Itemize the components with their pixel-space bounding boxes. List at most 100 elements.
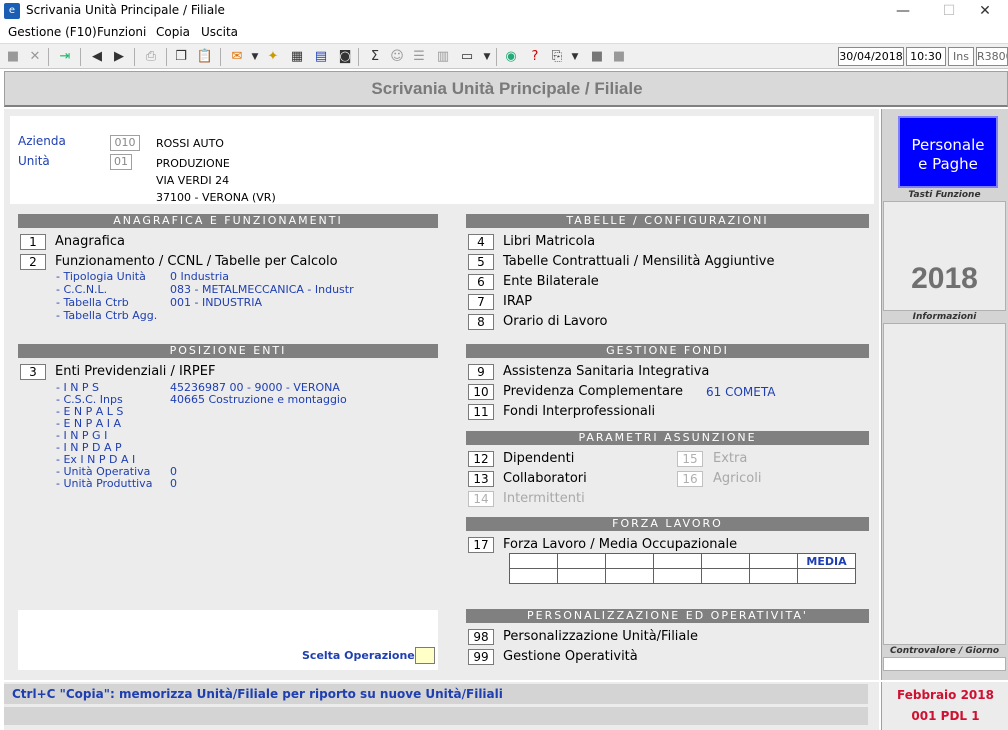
azienda-name: ROSSI AUTO xyxy=(156,137,224,150)
option-personalizzazione[interactable]: Personalizzazione Unità/Filiale xyxy=(503,629,698,644)
option-15-number[interactable]: 15 xyxy=(677,451,703,467)
option-dipendenti[interactable]: Dipendenti xyxy=(503,451,574,466)
toolbar: ■ ✕ ⇥ ◀ ▶ ⎙ ❐ 📋 ✉ ▼ ✦ ▦ ▤ ◙ Σ ☺ ☰ ▥ ▭ ▼ … xyxy=(0,43,1008,69)
forza-title: FORZA LAVORO xyxy=(466,517,869,531)
grid-icon[interactable]: ▦ xyxy=(288,48,306,66)
menu-uscita[interactable]: Uscita xyxy=(201,25,238,39)
option-enti-previdenziali[interactable]: Enti Previdenziali / IRPEF xyxy=(55,364,215,379)
print-icon[interactable]: ⎙ xyxy=(142,48,160,66)
toolbar-separator xyxy=(358,48,359,66)
minimize-button[interactable]: — xyxy=(880,0,926,22)
window-title: Scrivania Unità Principale / Filiale xyxy=(26,3,225,17)
option-ente-bilaterale[interactable]: Ente Bilaterale xyxy=(503,274,599,289)
help-icon[interactable]: ? xyxy=(526,48,544,66)
option-10-number[interactable]: 10 xyxy=(468,384,494,400)
footer-right: Febbraio 2018 001 PDL 1 xyxy=(881,682,1008,730)
option-17-number[interactable]: 17 xyxy=(468,537,494,553)
option-funzionamento[interactable]: Funzionamento / CCNL / Tabelle per Calco… xyxy=(55,254,338,269)
azienda-code[interactable]: 010 xyxy=(110,135,140,151)
mail-icon[interactable]: ✉ xyxy=(228,48,246,66)
menu-gestione[interactable]: Gestione (F10) xyxy=(8,25,97,39)
azienda-label: Azienda xyxy=(18,134,66,148)
chevron-down-icon[interactable]: ▼ xyxy=(478,48,496,66)
table-icon[interactable]: ▥ xyxy=(434,48,452,66)
option-previdenza-complementare[interactable]: Previdenza Complementare xyxy=(503,384,683,399)
globe-icon[interactable]: ◉ xyxy=(502,48,520,66)
toolbar-separator xyxy=(220,48,221,66)
option-98-number[interactable]: 98 xyxy=(468,629,494,645)
option-collaboratori[interactable]: Collaboratori xyxy=(503,471,587,486)
attach-icon[interactable]: ⎘ xyxy=(548,48,566,66)
calculator-icon[interactable]: ▤ xyxy=(312,48,330,66)
option-agricoli[interactable]: Agricoli xyxy=(713,471,761,486)
option-9-number[interactable]: 9 xyxy=(468,364,494,380)
footer-code: 001 PDL 1 xyxy=(911,709,980,723)
option-irap[interactable]: IRAP xyxy=(503,294,532,309)
option-16-number[interactable]: 16 xyxy=(677,471,703,487)
sub-value: 001 - INDUSTRIA xyxy=(170,296,263,309)
chevron-down-icon[interactable]: ▼ xyxy=(246,48,264,66)
option-6-number[interactable]: 6 xyxy=(468,274,494,290)
option-1-number[interactable]: 1 xyxy=(20,234,46,250)
toolbar-separator xyxy=(496,48,497,66)
menu-bar: Gestione (F10) Funzioni Copia Uscita xyxy=(0,22,1008,42)
option-14-number[interactable]: 14 xyxy=(468,491,494,507)
paste-icon[interactable]: 📋 xyxy=(196,48,214,66)
unita-code[interactable]: 01 xyxy=(110,154,132,170)
close-button[interactable]: ✕ xyxy=(962,0,1008,22)
chevron-down-icon[interactable]: ▼ xyxy=(566,48,584,66)
status-date: 30/04/2018 xyxy=(838,47,904,66)
menu-funzioni[interactable]: Funzioni xyxy=(97,25,146,39)
sub-key: - Tipologia Unità xyxy=(56,270,146,283)
delete-icon[interactable]: ✕ xyxy=(26,48,44,66)
status-time: 10:30 xyxy=(906,47,946,66)
scelta-input[interactable] xyxy=(415,647,435,664)
option-extra[interactable]: Extra xyxy=(713,451,747,466)
option-anagrafica[interactable]: Anagrafica xyxy=(55,234,125,249)
square-icon[interactable]: ■ xyxy=(588,48,606,66)
option-intermittenti[interactable]: Intermittenti xyxy=(503,491,585,506)
footer-status-bar xyxy=(4,707,868,725)
copy-icon[interactable]: ❐ xyxy=(172,48,190,66)
option-99-number[interactable]: 99 xyxy=(468,649,494,665)
sub-key: - Tabella Ctrb xyxy=(56,296,129,309)
option-3-number[interactable]: 3 xyxy=(20,364,46,380)
option-12-number[interactable]: 12 xyxy=(468,451,494,467)
window-icon[interactable]: ▭ xyxy=(458,48,476,66)
list-icon[interactable]: ☰ xyxy=(410,48,428,66)
smiley-icon[interactable]: ☺ xyxy=(388,48,406,66)
option-tabelle-contrattuali[interactable]: Tabelle Contrattuali / Mensilità Aggiunt… xyxy=(503,254,774,269)
option-13-number[interactable]: 13 xyxy=(468,471,494,487)
posizione-title: POSIZIONE ENTI xyxy=(18,344,438,358)
option-5-number[interactable]: 5 xyxy=(468,254,494,270)
option-7-number[interactable]: 7 xyxy=(468,294,494,310)
personalizzazione-title: PERSONALIZZAZIONE ED OPERATIVITA' xyxy=(466,609,869,623)
previdenza-value: 61 COMETA xyxy=(706,385,776,399)
option-fondi-interprofessionali[interactable]: Fondi Interprofessionali xyxy=(503,404,655,419)
option-8-number[interactable]: 8 xyxy=(468,314,494,330)
option-orario-lavoro[interactable]: Orario di Lavoro xyxy=(503,314,607,329)
option-4-number[interactable]: 4 xyxy=(468,234,494,250)
sum-icon[interactable]: Σ xyxy=(366,48,384,66)
sub-value: 0 Industria xyxy=(170,270,230,283)
informazioni-label: Informazioni xyxy=(912,312,977,322)
option-libri-matricola[interactable]: Libri Matricola xyxy=(503,234,595,249)
wizard-icon[interactable]: ✦ xyxy=(264,48,282,66)
exit-icon[interactable]: ⇥ xyxy=(56,48,74,66)
menu-copia[interactable]: Copia xyxy=(156,25,190,39)
option-2-number[interactable]: 2 xyxy=(20,254,46,270)
option-forza-lavoro[interactable]: Forza Lavoro / Media Occupazionale xyxy=(503,537,737,552)
option-gestione-operativita[interactable]: Gestione Operatività xyxy=(503,649,638,664)
anagrafica-panel: ANAGRAFICA E FUNZIONAMENTI 1 Anagrafica … xyxy=(18,212,438,336)
year-value: 2018 xyxy=(911,262,978,295)
tabelle-panel: TABELLE / CONFIGURAZIONI 4 Libri Matrico… xyxy=(466,212,869,336)
option-assistenza-sanitaria[interactable]: Assistenza Sanitaria Integrativa xyxy=(503,364,709,379)
status-user: R3800 xyxy=(976,47,1008,66)
arrow-right-icon[interactable]: ▶ xyxy=(110,48,128,66)
save-icon[interactable]: ■ xyxy=(4,48,22,66)
camera-icon[interactable]: ◙ xyxy=(336,48,354,66)
address-line1: VIA VERDI 24 xyxy=(156,174,230,187)
option-11-number[interactable]: 11 xyxy=(468,404,494,420)
arrow-left-icon[interactable]: ◀ xyxy=(88,48,106,66)
square-icon[interactable]: ■ xyxy=(610,48,628,66)
